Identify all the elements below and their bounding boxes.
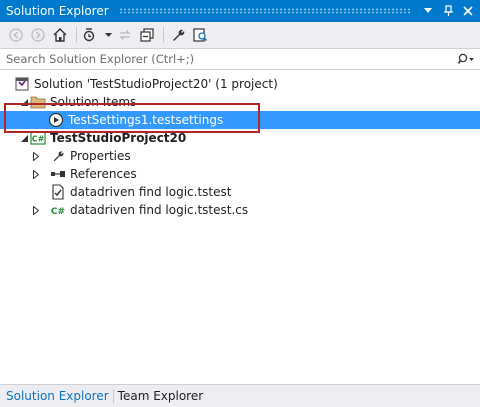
- toolbar-separator: [76, 27, 77, 43]
- toolbar-separator: [163, 27, 164, 43]
- tree-item-tstest-cs[interactable]: C# datadriven find logic.tstest.cs: [0, 201, 480, 219]
- tree-item-references[interactable]: References: [0, 165, 480, 183]
- search-bar: [0, 48, 480, 70]
- tree-item-testsettings[interactable]: TestSettings1.testsettings: [0, 111, 480, 129]
- collapsed-arrow-icon[interactable]: [30, 168, 42, 180]
- home-icon[interactable]: [50, 25, 70, 45]
- wrench-icon: [50, 148, 66, 164]
- tree-item-project[interactable]: C# TestStudioProject20: [0, 129, 480, 147]
- tab-solution-explorer[interactable]: Solution Explorer: [6, 389, 113, 403]
- svg-text:C#: C#: [51, 207, 65, 216]
- csharp-file-icon: C#: [50, 202, 66, 218]
- collapsed-arrow-icon[interactable]: [30, 150, 42, 162]
- svg-text:C#: C#: [32, 135, 45, 144]
- dropdown-arrow-icon[interactable]: [420, 3, 436, 19]
- bottom-tab-bar: Solution Explorer Team Explorer: [0, 384, 480, 407]
- tree-item-label: Solution 'TestStudioProject20' (1 projec…: [34, 77, 278, 91]
- pending-changes-filter-icon[interactable]: [81, 25, 101, 45]
- forward-icon[interactable]: [28, 25, 48, 45]
- preview-selected-items-icon[interactable]: [190, 25, 210, 45]
- tree-item-label: References: [70, 167, 137, 181]
- folder-icon: [30, 94, 46, 110]
- tree-item-tstest[interactable]: datadriven find logic.tstest: [0, 183, 480, 201]
- close-icon[interactable]: [460, 3, 476, 19]
- tab-team-explorer[interactable]: Team Explorer: [118, 389, 208, 403]
- solution-tree: Solution 'TestStudioProject20' (1 projec…: [0, 72, 480, 384]
- testsettings-icon: [48, 112, 64, 128]
- tree-item-label: Solution Items: [50, 95, 137, 109]
- expanded-arrow-icon[interactable]: [18, 96, 30, 108]
- collapse-all-icon[interactable]: [137, 25, 157, 45]
- title-grip[interactable]: [118, 8, 412, 14]
- search-icon[interactable]: [454, 53, 480, 65]
- collapsed-arrow-icon[interactable]: [30, 204, 42, 216]
- sync-icon[interactable]: [115, 25, 135, 45]
- tree-item-solution-items[interactable]: Solution Items: [0, 93, 480, 111]
- csharp-project-icon: C#: [30, 130, 46, 146]
- test-file-icon: [50, 184, 66, 200]
- tree-item-label: TestSettings1.testsettings: [68, 113, 224, 127]
- window-title: Solution Explorer: [6, 4, 109, 18]
- tree-item-properties[interactable]: Properties: [0, 147, 480, 165]
- search-input[interactable]: [6, 52, 454, 66]
- tree-item-label: Properties: [70, 149, 131, 163]
- tree-item-solution[interactable]: Solution 'TestStudioProject20' (1 projec…: [0, 75, 480, 93]
- expanded-arrow-icon[interactable]: [18, 132, 30, 144]
- tab-separator: [112, 389, 114, 403]
- pin-icon[interactable]: [440, 3, 456, 19]
- chevron-down-icon[interactable]: [103, 25, 113, 45]
- tree-item-label: TestStudioProject20: [50, 131, 187, 145]
- tree-item-label: datadriven find logic.tstest: [70, 185, 232, 199]
- solution-icon: [14, 76, 30, 92]
- properties-wrench-icon[interactable]: [168, 25, 188, 45]
- toolbar: [0, 22, 480, 48]
- tree-item-label: datadriven find logic.tstest.cs: [70, 203, 249, 217]
- back-icon[interactable]: [6, 25, 26, 45]
- title-bar: Solution Explorer: [0, 0, 480, 22]
- references-icon: [50, 166, 66, 182]
